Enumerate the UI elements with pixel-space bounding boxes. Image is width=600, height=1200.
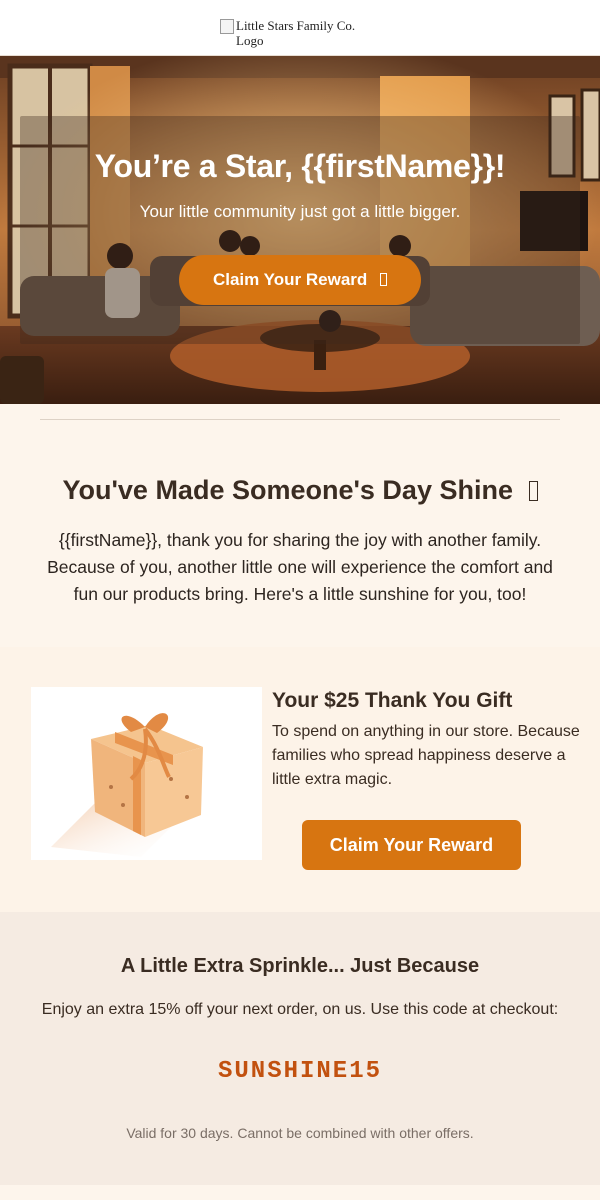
thanks-heading-text: You've Made Someone's Day Shine [62, 475, 513, 505]
promo-terms-note: Valid for 30 days. Cannot be combined wi… [126, 1125, 474, 1141]
email-header: Little Stars Family Co. Logo [0, 0, 600, 56]
logo-alt-text-line1: Little Stars Family Co. [236, 18, 356, 33]
section-divider [40, 419, 560, 420]
hero-claim-reward-button[interactable]: Claim Your Reward [179, 255, 421, 305]
gift-claim-reward-button[interactable]: Claim Your Reward [302, 820, 521, 870]
promo-title: A Little Extra Sprinkle... Just Because [120, 955, 480, 977]
gift-box-icon [51, 713, 203, 857]
hero-title: You’re a Star, {{firstName}}! [94, 148, 506, 184]
promo-body-text: Enjoy an extra 15% off your next order, … [41, 1001, 559, 1018]
missing-glyph-icon [528, 481, 538, 501]
logo-alt-text-line2: Logo [236, 33, 264, 48]
hero-button-label: Claim Your Reward [212, 270, 368, 289]
broken-image-icon [220, 19, 234, 34]
gift-section: Your $25 Thank You Gift To spend on anyt… [0, 647, 600, 912]
gift-box-image [31, 687, 262, 860]
thanks-heading: You've Made Someone's Day Shine [0, 475, 600, 506]
logo-image[interactable]: Little Stars Family Co. Logo [220, 19, 370, 47]
hero-subtitle: Your little community just got a little … [139, 202, 461, 221]
thanks-body-text: {{firstName}}, thank you for sharing the… [47, 530, 553, 604]
missing-glyph-icon [380, 273, 388, 286]
promo-code[interactable]: SUNSHINE15 [0, 1058, 600, 1085]
gift-body-text: To spend on anything in our store. Becau… [272, 723, 580, 788]
promo-code-section: A Little Extra Sprinkle... Just Because … [0, 912, 600, 1185]
gift-title: Your $25 Thank You Gift [272, 689, 513, 712]
hero-banner: You’re a Star, {{firstName}}! Your littl… [0, 56, 600, 404]
